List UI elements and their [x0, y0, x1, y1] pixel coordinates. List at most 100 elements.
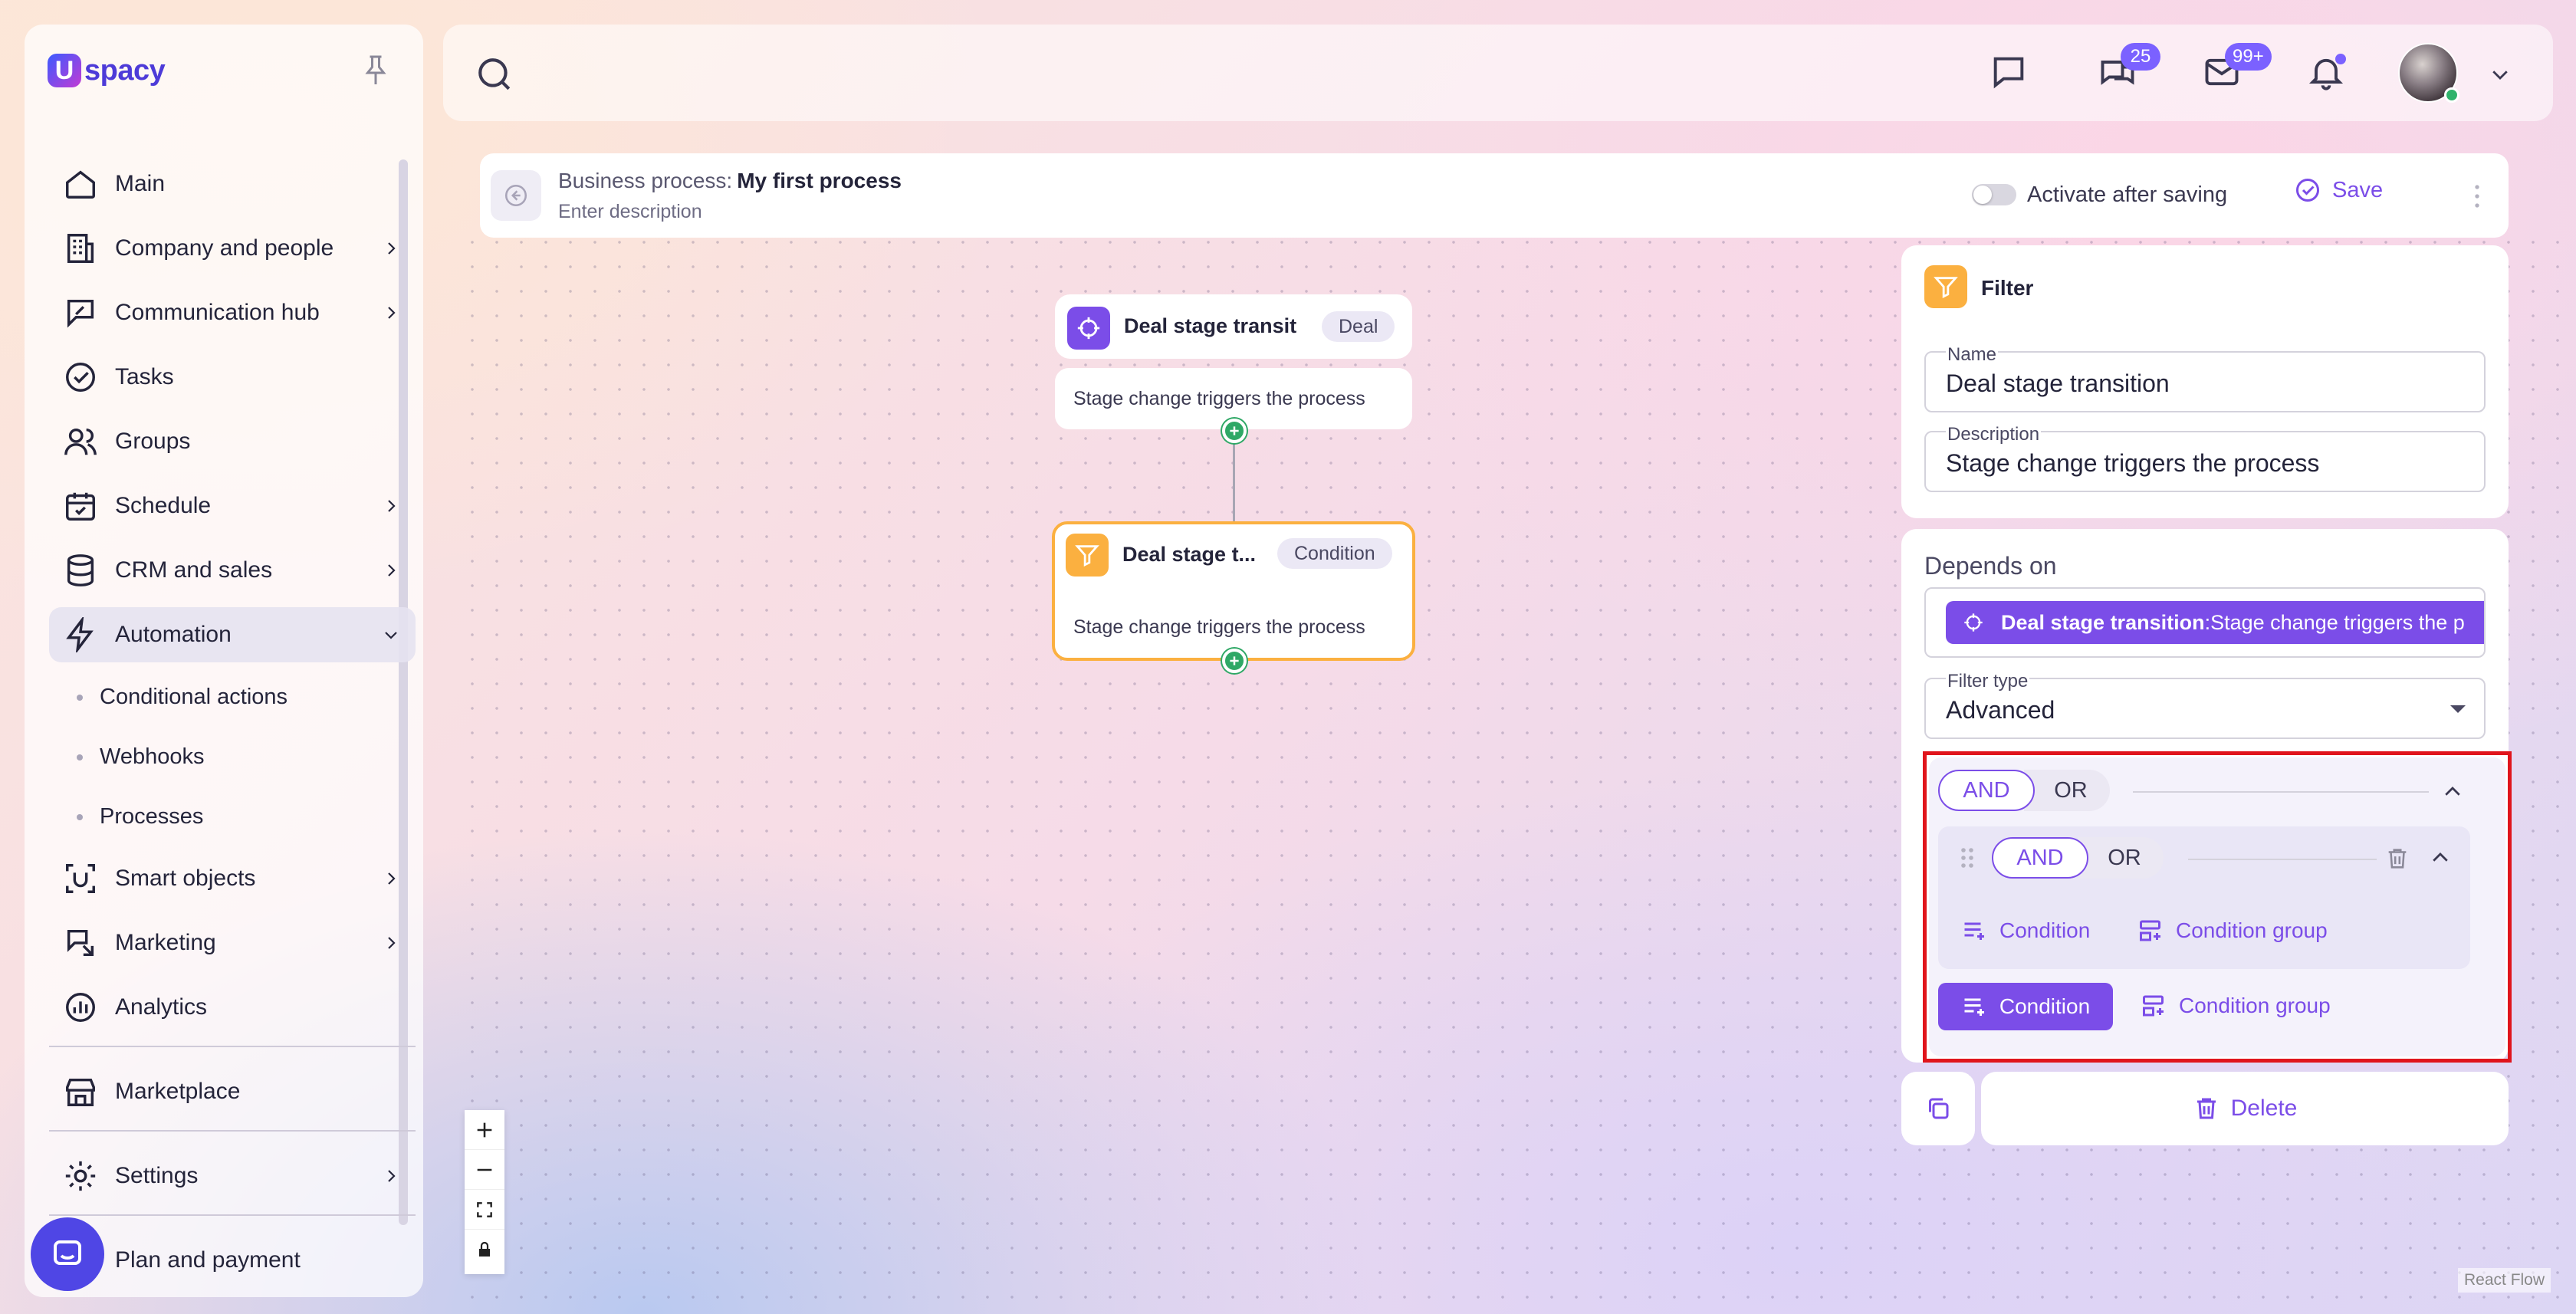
sidebar-item-tasks[interactable]: Tasks: [49, 350, 416, 405]
sidebar-item-settings[interactable]: Settings: [49, 1148, 416, 1204]
logo[interactable]: U spacy: [48, 54, 166, 87]
sidebar-subitem-label: Conditional actions: [100, 684, 288, 709]
home-icon: [63, 166, 98, 202]
zoom-controls: [465, 1110, 504, 1274]
sidebar-item-schedule[interactable]: Schedule: [49, 478, 416, 534]
search-icon[interactable]: [475, 55, 514, 94]
plus-icon: [1230, 426, 1239, 435]
chevron-right-icon: [388, 937, 396, 949]
trash-icon: [2196, 1098, 2216, 1119]
notifications-button[interactable]: [2306, 52, 2346, 92]
duplicate-button[interactable]: [1901, 1072, 1975, 1145]
sidebar-item-smart-objects[interactable]: Smart objects: [49, 851, 416, 906]
sidebar-item-label: CRM and sales: [115, 557, 273, 583]
sidebar-subitem-label: Processes: [100, 803, 204, 829]
arrow-left-circle-icon: [504, 184, 527, 207]
plus-icon: [477, 1122, 492, 1137]
sidebar-item-groups[interactable]: Groups: [49, 414, 416, 469]
sidebar-item-communication[interactable]: Communication hub: [49, 285, 416, 340]
depends-on-field[interactable]: Deal stage transition :Stage change trig…: [1924, 587, 2486, 658]
sidebar: U spacy Main Company and people Communic…: [25, 25, 423, 1297]
react-flow-attribution[interactable]: React Flow: [2458, 1268, 2551, 1293]
support-chat-button[interactable]: [31, 1217, 104, 1291]
sidebar-item-crm[interactable]: CRM and sales: [49, 543, 416, 598]
chevron-right-icon: [388, 872, 396, 885]
sidebar-divider: [49, 1130, 416, 1132]
process-name[interactable]: My first process: [737, 169, 902, 192]
chevron-right-icon: [388, 307, 396, 319]
top-bar: 25 99+: [443, 25, 2553, 121]
filter-node-body: Stage change triggers the process: [1055, 598, 1412, 656]
sidebar-item-analytics[interactable]: Analytics: [49, 980, 416, 1035]
depends-on-chip-desc: :Stage change triggers the p: [2204, 610, 2465, 634]
chevron-right-icon: [388, 564, 396, 577]
sidebar-item-label: Company and people: [115, 235, 334, 261]
sidebar-item-label: Tasks: [115, 364, 174, 389]
sidebar-item-label: Main: [115, 171, 166, 196]
users-icon: [63, 424, 98, 459]
delete-label: Delete: [2230, 1096, 2298, 1121]
sidebar-item-marketplace[interactable]: Marketplace: [49, 1064, 416, 1119]
process-title: Business process: My first process: [558, 169, 902, 193]
outer-and-button[interactable]: AND: [1938, 770, 2035, 811]
process-title-label: Business process:: [558, 169, 733, 192]
process-description[interactable]: Enter description: [558, 201, 702, 223]
sidebar-subitem-processes[interactable]: Processes: [49, 791, 416, 842]
depends-on-chip[interactable]: Deal stage transition :Stage change trig…: [1946, 601, 2484, 644]
zoom-in-button[interactable]: [465, 1110, 504, 1150]
lightning-icon: [63, 617, 98, 652]
database-icon: [63, 553, 98, 588]
mail-button[interactable]: 99+: [2202, 43, 2272, 92]
sidebar-item-company[interactable]: Company and people: [49, 221, 416, 276]
chevron-down-icon[interactable]: [2489, 63, 2512, 86]
pin-icon[interactable]: [362, 54, 389, 87]
sidebar-item-label: Communication hub: [115, 300, 320, 325]
filter-node-title: Deal stage t...: [1122, 543, 1257, 566]
edge-connector: [1233, 443, 1235, 524]
online-status-dot: [2444, 87, 2459, 103]
store-icon: [63, 1074, 98, 1109]
check-circle-icon: [2296, 179, 2319, 202]
filter-settings-panel: Filter Name Deal stage transition Descri…: [1901, 245, 2509, 518]
delete-button[interactable]: Delete: [1981, 1072, 2509, 1145]
copy-icon: [1929, 1098, 1949, 1119]
chats-button[interactable]: 25: [2098, 43, 2160, 92]
back-button[interactable]: [491, 170, 541, 221]
save-button[interactable]: Save: [2294, 176, 2383, 204]
sidebar-item-label: Schedule: [115, 493, 212, 518]
message-square-icon: [1993, 57, 2024, 89]
messages-button[interactable]: [1989, 52, 2029, 92]
lock-button[interactable]: [465, 1230, 504, 1270]
fit-view-button[interactable]: [465, 1190, 504, 1230]
activate-toggle[interactable]: [1972, 184, 2016, 205]
name-field[interactable]: Name Deal stage transition: [1924, 345, 2486, 412]
sidebar-item-main[interactable]: Main: [49, 156, 416, 212]
add-node-handle[interactable]: [1222, 649, 1247, 673]
depends-on-label: Depends on: [1924, 552, 2057, 580]
trigger-node[interactable]: Deal stage transitic Deal Stage change t…: [1055, 294, 1412, 429]
sidebar-item-marketing[interactable]: Marketing: [49, 915, 416, 971]
filter-icon: [1924, 265, 1967, 308]
avatar[interactable]: [2398, 43, 2459, 103]
check-circle-icon: [63, 360, 98, 395]
filter-type-select[interactable]: Filter type Advanced: [1924, 672, 2486, 739]
crosshair-icon: [1964, 613, 1983, 632]
sidebar-item-plan[interactable]: Plan and payment: [49, 1233, 416, 1288]
inner-and-button[interactable]: AND: [1992, 837, 2088, 879]
panel-title: Filter: [1981, 276, 2034, 300]
chevron-right-icon: [388, 500, 396, 512]
zoom-out-button[interactable]: [465, 1150, 504, 1190]
logo-mark: U: [48, 54, 81, 87]
description-field[interactable]: Description Stage change triggers the pr…: [1924, 425, 2486, 492]
filter-icon: [1066, 534, 1109, 577]
analytics-icon: [63, 990, 98, 1025]
add-node-handle[interactable]: [1222, 419, 1247, 443]
filter-node-tag: Condition: [1277, 538, 1392, 569]
sidebar-subitem-conditional-actions[interactable]: Conditional actions: [49, 672, 416, 722]
name-field-label: Name: [1946, 344, 1999, 365]
sidebar-subitem-webhooks[interactable]: Webhooks: [49, 731, 416, 782]
filter-node[interactable]: Deal stage t... Condition Stage change t…: [1052, 521, 1415, 661]
more-vertical-icon[interactable]: [2466, 181, 2489, 212]
sidebar-item-automation[interactable]: Automation: [49, 607, 416, 662]
sidebar-item-label: Marketing: [115, 930, 216, 955]
